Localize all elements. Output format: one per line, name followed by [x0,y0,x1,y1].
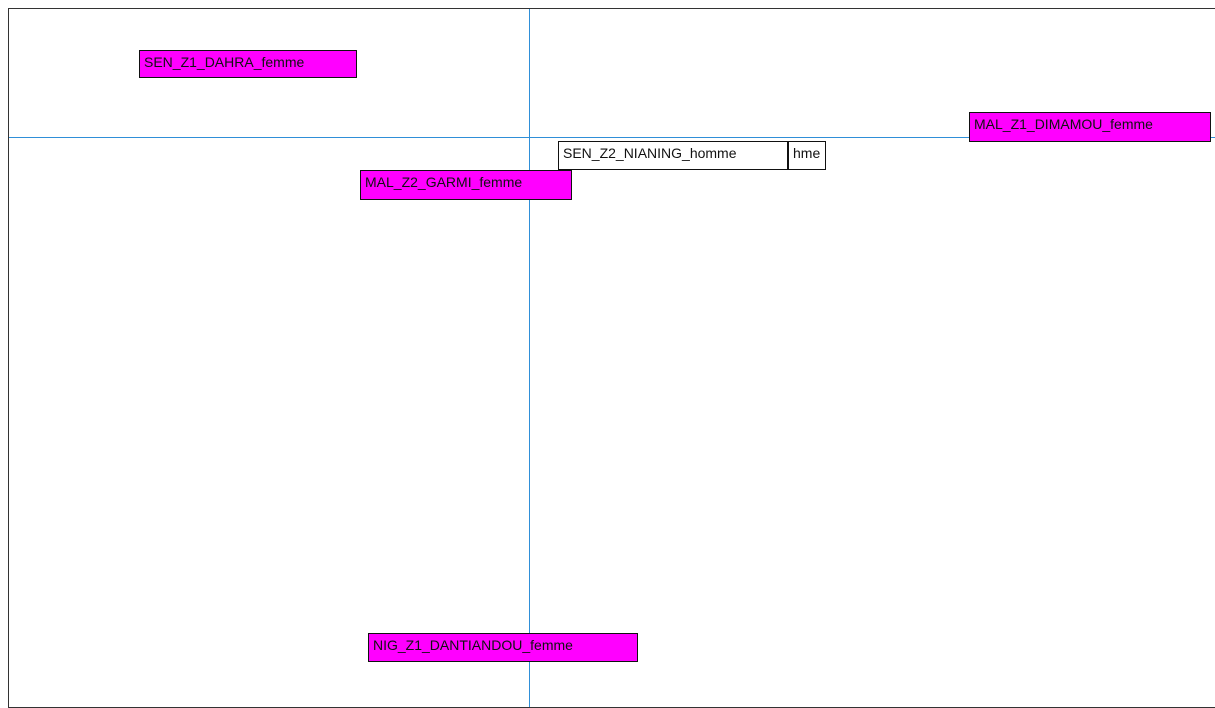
point-label-sen-z1-dahra-femme: SEN_Z1_DAHRA_femme [139,50,357,78]
plot-area: SEN_Z1_DAHRA_femme MAL_Z1_DIMAMOU_femme … [8,8,1215,708]
point-label-mal-z2-garmi-femme: MAL_Z2_GARMI_femme [360,170,572,200]
axis-vertical [529,9,530,707]
point-label-mal-z1-dimamou-femme: MAL_Z1_DIMAMOU_femme [969,112,1211,142]
point-label-nig-z1-dantiandou-femme: NIG_Z1_DANTIANDOU_femme [368,633,638,662]
point-label-sen-z2-nianing-homme: SEN_Z2_NIANING_homme [558,141,788,170]
point-label-hme: hme [788,141,826,170]
